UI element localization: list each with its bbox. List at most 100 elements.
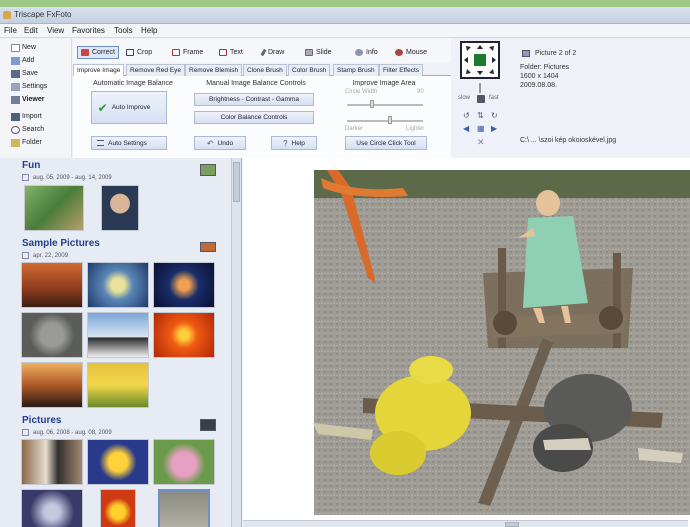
thumbnail-pictures-2[interactable] <box>86 437 150 487</box>
flip-icon[interactable]: ⇅ <box>477 111 484 120</box>
tool-mouse[interactable]: Mouse <box>392 46 430 59</box>
thumbnail-pictures-4[interactable] <box>20 487 84 527</box>
thumbnail-pictures-6[interactable] <box>152 487 216 527</box>
rotate-left-icon[interactable]: ↺ <box>463 111 470 120</box>
thumbnail-image <box>101 185 139 231</box>
tool-draw[interactable]: Draw <box>259 46 287 59</box>
brightness-contrast-gamma-button[interactable]: Brightness - Contrast - Gamma <box>194 93 314 106</box>
viewer-scroll-thumb[interactable] <box>505 522 519 527</box>
image-dimensions: 1600 x 1404 <box>520 73 559 80</box>
rotate-right-icon[interactable]: ↻ <box>491 111 498 120</box>
speed-slider[interactable] <box>479 83 481 93</box>
album-title-sample-pictures[interactable]: Sample Pictures <box>22 238 100 249</box>
slideshow-navigator: slow fast ↺ ⇅ ↻ ◀ ▦ ▶ ✕ <box>455 39 515 157</box>
album-cover-icon <box>200 164 216 176</box>
new-button[interactable]: New <box>11 42 71 53</box>
tab-clone-brush[interactable]: Clone Brush <box>243 64 287 76</box>
brightness-area-slider[interactable] <box>347 120 423 122</box>
next-icon[interactable]: ▶ <box>491 124 497 133</box>
thumbnail-image <box>87 439 149 485</box>
main-photo <box>313 170 690 515</box>
command-sidebar: New Add Save Settings Viewer Import Sear… <box>0 39 72 157</box>
viewer-button[interactable]: Viewer <box>11 94 71 105</box>
album-title-pictures[interactable]: Pictures <box>22 415 61 426</box>
tab-remove-blemish[interactable]: Remove Blemish <box>185 64 243 76</box>
thumbnail-sample-5[interactable] <box>86 310 150 360</box>
tool-frame[interactable]: Frame <box>169 46 206 59</box>
menu-tools[interactable]: Tools <box>114 26 133 35</box>
menu-favorites[interactable]: Favorites <box>72 26 105 35</box>
menu-view[interactable]: View <box>47 26 64 35</box>
image-viewer[interactable] <box>243 158 690 527</box>
album-scrollbar[interactable] <box>231 158 241 527</box>
tool-text[interactable]: Text <box>216 46 246 59</box>
thumbnail-pictures-5[interactable] <box>86 487 150 527</box>
lighter-label: Lighter <box>406 126 425 132</box>
app-icon <box>3 11 11 19</box>
close-icon[interactable]: ✕ <box>477 137 485 148</box>
thumbnail-sample-1[interactable] <box>20 260 84 310</box>
menu-edit[interactable]: Edit <box>24 26 38 35</box>
thumbnail-sample-6[interactable] <box>152 310 216 360</box>
menu-help[interactable]: Help <box>141 26 157 35</box>
thumbnail-sample-7[interactable] <box>20 360 84 410</box>
tab-stamp-brush[interactable]: Stamp Brush <box>333 64 379 76</box>
tab-color-brush[interactable]: Color Brush <box>288 64 331 76</box>
add-button[interactable]: Add <box>11 55 71 66</box>
thumbnail-sample-8[interactable] <box>86 360 150 410</box>
tool-slide[interactable]: Slide <box>302 46 335 59</box>
grid-icon[interactable]: ▦ <box>477 124 485 133</box>
help-button[interactable]: ? Help <box>271 136 317 150</box>
new-icon <box>11 43 20 52</box>
text-icon <box>219 49 227 56</box>
fit-view-icon[interactable] <box>460 41 500 79</box>
thumbnail-pictures-1[interactable] <box>20 437 84 487</box>
image-date: 2009.08.08. <box>520 82 557 89</box>
thumbnail-fun-2[interactable] <box>88 183 152 233</box>
scroll-thumb[interactable] <box>233 162 240 202</box>
picture-icon <box>522 50 530 57</box>
settings-button[interactable]: Settings <box>11 81 71 92</box>
circle-width-slider[interactable] <box>347 104 423 106</box>
thumbnail-image <box>21 262 83 308</box>
auto-improve-button[interactable]: ✔ Auto Improve <box>91 91 167 124</box>
album-title-fun[interactable]: Fun <box>22 160 40 171</box>
brightness-area-knob[interactable] <box>388 116 392 124</box>
menu-file[interactable]: File <box>4 26 17 35</box>
color-balance-button[interactable]: Color Balance Controls <box>194 111 314 124</box>
tool-correct[interactable]: Correct <box>77 46 119 59</box>
save-button[interactable]: Save <box>11 68 71 79</box>
thumbnail-image <box>21 362 83 408</box>
circle-width-knob[interactable] <box>370 100 374 108</box>
viewer-scrollbar[interactable] <box>243 520 688 527</box>
circle-width-value: 90 <box>417 89 424 95</box>
tool-crop[interactable]: Crop <box>123 46 155 59</box>
undo-button[interactable]: ↶ Undo <box>194 136 246 150</box>
tab-strip: Improve Image Remove Red Eye Remove Blem… <box>73 63 451 77</box>
thumbnail-fun-1[interactable] <box>22 183 86 233</box>
add-icon <box>11 56 20 65</box>
speed-knob[interactable] <box>477 95 485 103</box>
thumbnail-sample-2[interactable] <box>86 260 150 310</box>
tool-info[interactable]: Info <box>352 46 381 59</box>
thumbnail-pictures-3[interactable] <box>152 437 216 487</box>
folder-button[interactable]: Folder <box>11 137 71 148</box>
tab-remove-red-eye[interactable]: Remove Red Eye <box>126 64 185 76</box>
auto-settings-button[interactable]: Auto Settings <box>91 136 167 150</box>
mouse-icon <box>395 49 403 56</box>
thumbnail-image <box>21 439 83 485</box>
menu-bar: File Edit View Favorites Tools Help <box>0 24 690 38</box>
thumbnail-sample-3[interactable] <box>152 260 216 310</box>
album-dates-sample-pictures: apr. 22, 2009 <box>22 252 68 259</box>
search-button[interactable]: Search <box>11 124 71 135</box>
import-button[interactable]: Import <box>11 111 71 122</box>
fast-label: fast <box>489 95 499 101</box>
previous-icon[interactable]: ◀ <box>463 124 469 133</box>
import-icon <box>11 112 20 121</box>
tab-filter-effects[interactable]: Filter Effects <box>379 64 424 76</box>
use-circle-click-tool-button[interactable]: Use Circle Click Tool <box>345 136 427 150</box>
darker-label: Darker <box>345 126 364 132</box>
thumbnail-sample-4[interactable] <box>20 310 84 360</box>
thumbnail-image <box>24 185 84 231</box>
window-title: Triscape FxFoto <box>14 10 72 19</box>
